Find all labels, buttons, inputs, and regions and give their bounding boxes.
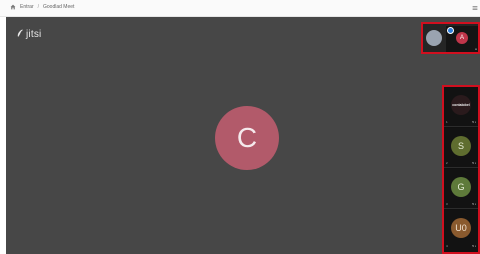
indicator-value: 5 [472,161,474,165]
audio-indicator-icon: 5 ▪ [472,120,476,124]
meeting-stage: jitsi C A ▪▪ contalobel 1 5 ▪ S 2 5 ▪ G … [6,17,480,254]
participant-initial: U0 [455,223,467,233]
participant-number: 4 [446,244,448,248]
participant-number: 2 [446,161,448,165]
participant-number: 3 [446,202,448,206]
signal-indicator-icon: ▪▪ [474,47,477,51]
participant-tile[interactable]: G 3 5 ▪ [444,169,478,209]
jitsi-logo-icon [16,28,24,41]
main-participant-avatar: C [215,106,279,170]
top-bar: Entrar / Goodlad Meet [0,0,480,17]
participant-avatar: contalobel [451,95,471,115]
local-video-thumbnail[interactable]: A ▪▪ [421,22,480,54]
indicator-value: 5 [472,120,474,124]
participant-tile[interactable]: contalobel 1 5 ▪ [444,87,478,127]
participant-number: 1 [446,120,448,124]
participant-avatar: U0 [451,218,471,238]
audio-indicator-icon: 5 ▪ [472,244,476,248]
participant-initial: contalobel [452,103,470,107]
jitsi-logo-text: jitsi [26,29,42,40]
indicator-value: 5 [472,244,474,248]
participant-initial: S [457,141,464,151]
audio-indicator-icon: 5 ▪ [472,161,476,165]
participant-tile[interactable]: S 2 5 ▪ [444,128,478,168]
indicator-value: 5 [472,202,474,206]
self-avatar [426,30,442,46]
breadcrumb-separator: / [37,4,40,10]
menu-icon[interactable] [472,5,478,11]
main-participant-initial: C [236,122,258,153]
home-icon[interactable] [10,4,16,10]
participants-filmstrip: contalobel 1 5 ▪ S 2 5 ▪ G 3 5 ▪ U0 4 5 … [442,85,480,254]
participant-tile[interactable]: U0 4 5 ▪ [444,210,478,250]
remote-mini-avatar: A [456,32,468,44]
participant-initial: G [457,182,465,192]
breadcrumb-item-enter[interactable]: Entrar [20,4,34,10]
remote-mini-initial: A [459,35,464,41]
participant-avatar: S [451,136,471,156]
jitsi-logo: jitsi [16,28,41,41]
remote-mini-tile[interactable]: A ▪▪ [446,26,478,52]
breadcrumb-item-meeting[interactable]: Goodlad Meet [43,4,74,10]
breadcrumb: Entrar / Goodlad Meet [10,4,74,10]
participant-avatar: G [451,177,471,197]
checkmark-badge-icon [447,27,454,34]
audio-indicator-icon: 5 ▪ [472,202,476,206]
